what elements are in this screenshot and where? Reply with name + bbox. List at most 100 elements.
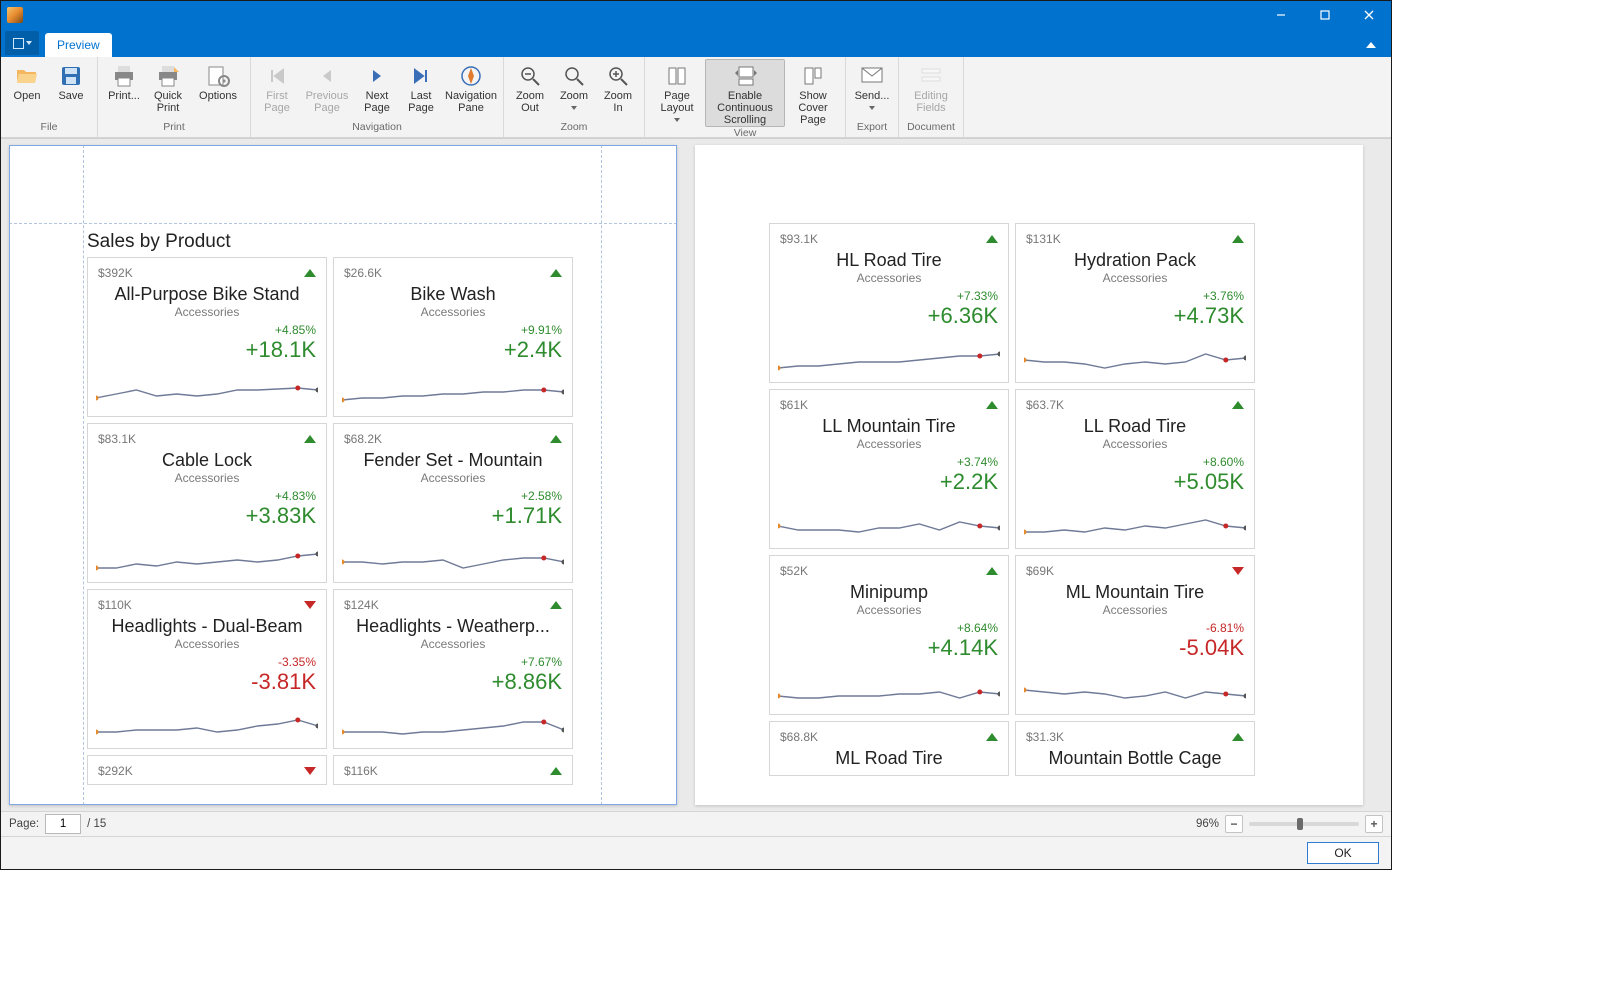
sparkline [342,376,564,410]
card-category: Accessories [780,603,998,617]
continuous-scrolling-button[interactable]: Enable Continuous Scrolling [705,59,785,127]
quick-print-label: Quick Print [154,90,182,114]
card-delta: -3.81K [98,669,316,695]
ribbon-group-label: Print [102,121,246,137]
minimize-button[interactable] [1259,1,1303,29]
ok-button[interactable]: OK [1307,842,1379,864]
show-cover-label: Show Cover Page [786,90,840,126]
card-row: $93.1K HL Road Tire Accessories +7.33% +… [769,223,1255,383]
card-category: Accessories [344,471,562,485]
close-button[interactable] [1347,1,1391,29]
continuous-scrolling-label: Enable Continuous Scrolling [706,90,784,126]
sparkline [778,508,1000,542]
zoom-plus-button[interactable]: + [1365,815,1383,833]
title-bar [1,1,1391,29]
card-name: HL Road Tire [780,250,998,271]
preview-workspace[interactable]: Sales by Product $392K All-Purpose Bike … [1,138,1391,811]
options-button[interactable]: Options [190,59,246,121]
page-2: $93.1K HL Road Tire Accessories +7.33% +… [695,145,1363,805]
card-name: Headlights - Weatherp... [344,616,562,637]
ribbon-group-label: File [5,121,93,137]
trend-up-icon [986,567,998,575]
zoom-out-button[interactable]: Zoom Out [508,59,552,121]
chevron-down-icon [869,106,875,110]
maximize-button[interactable] [1303,1,1347,29]
navigation-pane-button[interactable]: Navigation Pane [443,59,499,121]
card-delta: +4.14K [780,635,998,661]
card-row: $52K Minipump Accessories +8.64% +4.14K … [769,555,1255,715]
app-icon [7,7,23,23]
card-category: Accessories [98,637,316,651]
editing-fields-label: Editing Fields [914,90,948,114]
product-card: $52K Minipump Accessories +8.64% +4.14K [769,555,1009,715]
cards-right: $93.1K HL Road Tire Accessories +7.33% +… [769,223,1255,776]
card-name: Headlights - Dual-Beam [98,616,316,637]
save-label: Save [58,90,83,102]
ribbon-group-label: Export [850,121,894,137]
zoom-slider[interactable] [1249,822,1359,826]
zoom-out-label: Zoom Out [516,90,544,114]
save-button[interactable]: Save [49,59,93,121]
collapse-ribbon-button[interactable] [1359,33,1383,57]
zoom-slider-thumb[interactable] [1297,818,1303,830]
send-button[interactable]: Send... [850,59,894,121]
compass-icon [459,64,483,88]
zoom-minus-button[interactable]: − [1225,815,1243,833]
page-number-input[interactable] [45,814,81,834]
card-name: Bike Wash [344,284,562,305]
card-percent: -3.35% [98,655,316,669]
trend-up-icon [986,401,998,409]
zoom-button[interactable]: Zoom [552,59,596,121]
sparkline [96,376,318,410]
ribbon-group-file: Open Save File [1,57,98,137]
sparkline [778,674,1000,708]
mail-icon [860,64,884,88]
page-label: Page: [9,818,39,830]
card-name: ML Mountain Tire [1026,582,1244,603]
card-total: $110K [98,598,132,612]
page-total: / 15 [87,818,106,830]
page-layout-icon [665,64,689,88]
card-total: $31.3K [1026,730,1064,744]
maximize-icon [1320,10,1330,20]
status-bar: Page: / 15 96% − + [1,811,1391,836]
card-row: $61K LL Mountain Tire Accessories +3.74%… [769,389,1255,549]
card-percent: +8.60% [1026,455,1244,469]
next-page-button[interactable]: Next Page [355,59,399,121]
app-menu-button[interactable] [5,31,39,55]
card-total: $292K [98,764,133,778]
card-name: Mountain Bottle Cage [1026,748,1244,769]
tab-preview[interactable]: Preview [45,33,112,57]
card-category: Accessories [1026,271,1244,285]
page-layout-button[interactable]: Page Layout [649,59,705,127]
sparkline [342,708,564,742]
card-percent: +2.58% [344,489,562,503]
zoom-in-label: Zoom In [604,90,632,114]
card-name: ML Road Tire [780,748,998,769]
card-delta: +2.4K [344,337,562,363]
ribbon-group-label: Navigation [255,121,499,137]
zoom-value: 96% [1196,818,1219,830]
last-page-button[interactable]: Last Page [399,59,443,121]
minimize-icon [1276,10,1286,20]
sparkline [96,542,318,576]
report-title: Sales by Product [87,231,231,253]
zoom-in-button[interactable]: Zoom In [596,59,640,121]
quick-print-button[interactable]: Quick Print [146,59,190,121]
product-card: $61K LL Mountain Tire Accessories +3.74%… [769,389,1009,549]
next-page-icon [365,64,389,88]
print-button[interactable]: Print... [102,59,146,121]
card-total: $392K [98,266,133,280]
product-card: $392K All-Purpose Bike Stand Accessories… [87,257,327,417]
show-cover-button[interactable]: Show Cover Page [785,59,841,127]
zoom-label: Zoom [560,90,588,102]
ribbon-group-navigation: First Page Previous Page Next Page Last … [251,57,504,137]
ribbon-tabstrip: Preview [1,29,1391,57]
product-card: $124K Headlights - Weatherp... Accessori… [333,589,573,749]
app-menu-icon [13,38,24,49]
product-card: $93.1K HL Road Tire Accessories +7.33% +… [769,223,1009,383]
save-icon [59,64,83,88]
card-row: $83.1K Cable Lock Accessories +4.83% +3.… [87,423,573,583]
card-delta: +2.2K [780,469,998,495]
open-button[interactable]: Open [5,59,49,121]
